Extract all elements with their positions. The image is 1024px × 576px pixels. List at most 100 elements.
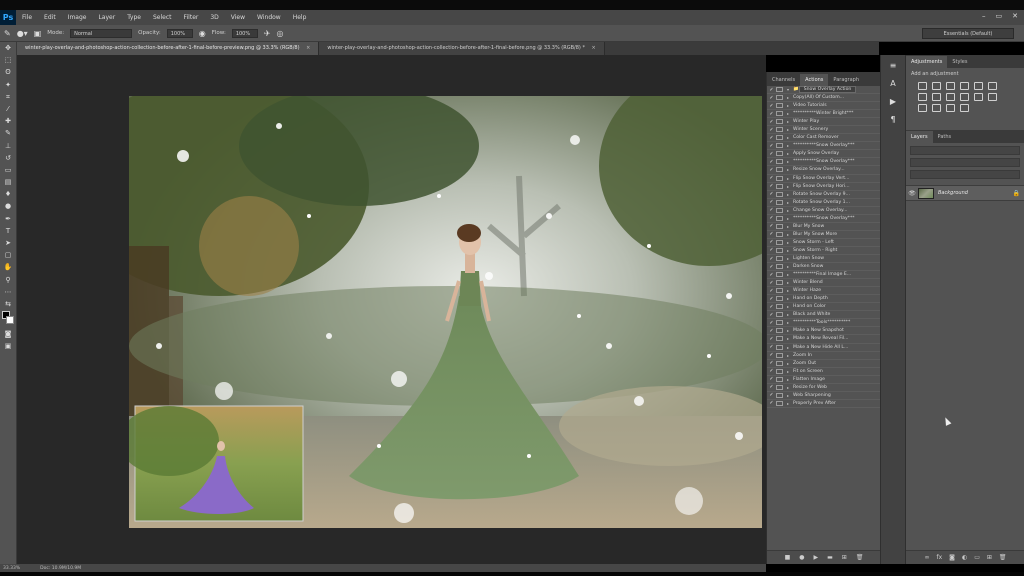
zoom-level[interactable]: 33.33% xyxy=(3,566,20,571)
action-row[interactable]: ✓ ▸ Zoom Out xyxy=(767,360,880,368)
workspace-select[interactable]: Essentials (Default) xyxy=(922,28,1014,39)
action-toggle-check-icon[interactable]: ✓ xyxy=(767,207,776,213)
menu-file[interactable]: File xyxy=(16,14,38,21)
paragraph-icon[interactable]: ¶ xyxy=(881,113,905,127)
action-toggle-check-icon[interactable]: ✓ xyxy=(767,119,776,125)
black-white-icon[interactable] xyxy=(932,93,941,101)
brightness-icon[interactable] xyxy=(918,82,927,90)
brush-tool-icon[interactable]: ✎ xyxy=(4,29,11,38)
new-action-icon[interactable]: ⊞ xyxy=(842,554,847,561)
action-row[interactable]: ✓ ▸ Properly Prev After xyxy=(767,400,880,408)
visibility-eye-icon[interactable]: 👁 xyxy=(906,190,918,197)
dialog-toggle-icon[interactable] xyxy=(776,167,783,173)
mask-icon[interactable]: ◙ xyxy=(949,554,955,561)
action-row[interactable]: ✓ ▸ **********Snow Overlay*** xyxy=(767,142,880,151)
action-row[interactable]: ✓ ▸ Blur My Snow More xyxy=(767,231,880,239)
dialog-toggle-icon[interactable] xyxy=(776,191,783,197)
history-brush-tool-icon[interactable]: ↺ xyxy=(0,152,16,164)
action-toggle-check-icon[interactable]: ✓ xyxy=(767,336,776,342)
healing-tool-icon[interactable]: ✚ xyxy=(0,115,16,127)
action-toggle-check-icon[interactable]: ✓ xyxy=(767,135,776,141)
action-toggle-check-icon[interactable]: ✓ xyxy=(767,103,776,109)
hue-saturation-icon[interactable] xyxy=(988,82,997,90)
action-toggle-check-icon[interactable]: ✓ xyxy=(767,320,776,326)
flow-field[interactable]: 100% xyxy=(231,28,258,38)
action-row[interactable]: ✓ ▸ Color Cast Remover xyxy=(767,134,880,143)
action-toggle-check-icon[interactable]: ✓ xyxy=(767,215,776,221)
action-toggle-check-icon[interactable]: ✓ xyxy=(767,384,776,390)
action-set-row[interactable]: ✓ ▾ 📁 Snow Overlay Action xyxy=(767,86,880,95)
action-row[interactable]: ✓ ▸ Web Sharpening xyxy=(767,392,880,400)
action-row[interactable]: ✓ ▸ Fit on Screen xyxy=(767,368,880,376)
dialog-toggle-icon[interactable] xyxy=(776,312,783,318)
action-row[interactable]: ✓ ▸ **********Final Image E... xyxy=(767,271,880,280)
layer-row-background[interactable]: 👁 Background 🔒 xyxy=(906,185,1024,201)
action-toggle-check-icon[interactable]: ✓ xyxy=(767,288,776,294)
action-toggle-check-icon[interactable]: ✓ xyxy=(767,199,776,205)
action-toggle-check-icon[interactable]: ✓ xyxy=(767,87,776,93)
dialog-toggle-icon[interactable] xyxy=(776,392,783,398)
action-row[interactable]: ✓ ▸ Make a New Hide All L... xyxy=(767,344,880,352)
tab-actions[interactable]: Actions xyxy=(800,74,829,86)
action-toggle-check-icon[interactable]: ✓ xyxy=(767,95,776,101)
document-canvas[interactable] xyxy=(129,96,762,528)
dialog-toggle-icon[interactable] xyxy=(776,199,783,205)
screen-mode-icon[interactable]: ▣ xyxy=(0,340,16,352)
action-toggle-check-icon[interactable]: ✓ xyxy=(767,231,776,237)
action-row[interactable]: ✓ ▸ Darken Snow xyxy=(767,263,880,272)
actions-icon[interactable]: ▶ xyxy=(881,95,905,109)
action-toggle-check-icon[interactable]: ✓ xyxy=(767,239,776,245)
posterize-icon[interactable] xyxy=(918,104,927,112)
mode-select[interactable]: Normal xyxy=(70,28,133,38)
menu-type[interactable]: Type xyxy=(121,14,147,21)
move-tool-icon[interactable]: ✥ xyxy=(0,42,16,54)
blend-mode-bar[interactable] xyxy=(910,158,1020,167)
dialog-toggle-icon[interactable] xyxy=(776,95,783,101)
shape-tool-icon[interactable]: ▢ xyxy=(0,249,16,261)
action-toggle-check-icon[interactable]: ✓ xyxy=(767,304,776,310)
action-toggle-check-icon[interactable]: ✓ xyxy=(767,111,776,117)
action-row[interactable]: ✓ ▸ Flip Snow Overlay Hori... xyxy=(767,183,880,191)
tab-close-icon[interactable]: × xyxy=(306,45,310,51)
dialog-toggle-icon[interactable] xyxy=(776,328,783,334)
color-lookup-icon[interactable] xyxy=(974,93,983,101)
dialog-toggle-icon[interactable] xyxy=(776,296,783,302)
dialog-toggle-icon[interactable] xyxy=(776,264,783,270)
play-icon[interactable]: ▶ xyxy=(813,554,818,561)
path-select-tool-icon[interactable]: ➤ xyxy=(0,237,16,249)
maximize-icon[interactable]: ▭ xyxy=(996,12,1003,20)
fx-icon[interactable]: fx xyxy=(936,554,942,561)
menu-3d[interactable]: 3D xyxy=(204,14,224,21)
delete-icon[interactable]: 🗑 xyxy=(856,554,864,561)
history-icon[interactable]: ≡ xyxy=(881,59,905,73)
action-toggle-check-icon[interactable]: ✓ xyxy=(767,368,776,374)
action-row[interactable]: ✓ ▸ Hand on Color xyxy=(767,303,880,312)
tab-adjustments[interactable]: Adjustments xyxy=(906,56,948,68)
menu-view[interactable]: View xyxy=(225,14,251,21)
dialog-toggle-icon[interactable] xyxy=(776,111,783,117)
dialog-toggle-icon[interactable] xyxy=(776,215,783,221)
character-icon[interactable]: A xyxy=(881,77,905,91)
stop-icon[interactable]: ■ xyxy=(785,554,791,561)
selective-color-icon[interactable] xyxy=(960,104,969,112)
tab-channels[interactable]: Channels xyxy=(767,74,800,86)
channel-mixer-icon[interactable] xyxy=(960,93,969,101)
type-tool-icon[interactable]: T xyxy=(0,225,16,237)
action-toggle-check-icon[interactable]: ✓ xyxy=(767,159,776,165)
action-row[interactable]: ✓ ▸ Snow Storm - Right xyxy=(767,247,880,255)
dialog-toggle-icon[interactable] xyxy=(776,304,783,310)
exposure-icon[interactable] xyxy=(960,82,969,90)
dialog-toggle-icon[interactable] xyxy=(776,376,783,382)
swap-colors-icon[interactable]: ⇆ xyxy=(0,298,16,310)
marquee-tool-icon[interactable]: ⬚ xyxy=(0,54,16,66)
action-toggle-check-icon[interactable]: ✓ xyxy=(767,183,776,189)
dialog-toggle-icon[interactable] xyxy=(776,272,783,278)
new-layer-icon[interactable]: ⊞ xyxy=(987,554,992,561)
action-row[interactable]: ✓ ▸ **********Snow Overlay*** xyxy=(767,215,880,223)
action-toggle-check-icon[interactable]: ✓ xyxy=(767,175,776,181)
dialog-toggle-icon[interactable] xyxy=(776,159,783,165)
action-row[interactable]: ✓ ▸ **********Snow Overlay*** xyxy=(767,158,880,167)
dialog-toggle-icon[interactable] xyxy=(776,360,783,366)
menu-window[interactable]: Window xyxy=(251,14,287,21)
action-toggle-check-icon[interactable]: ✓ xyxy=(767,352,776,358)
